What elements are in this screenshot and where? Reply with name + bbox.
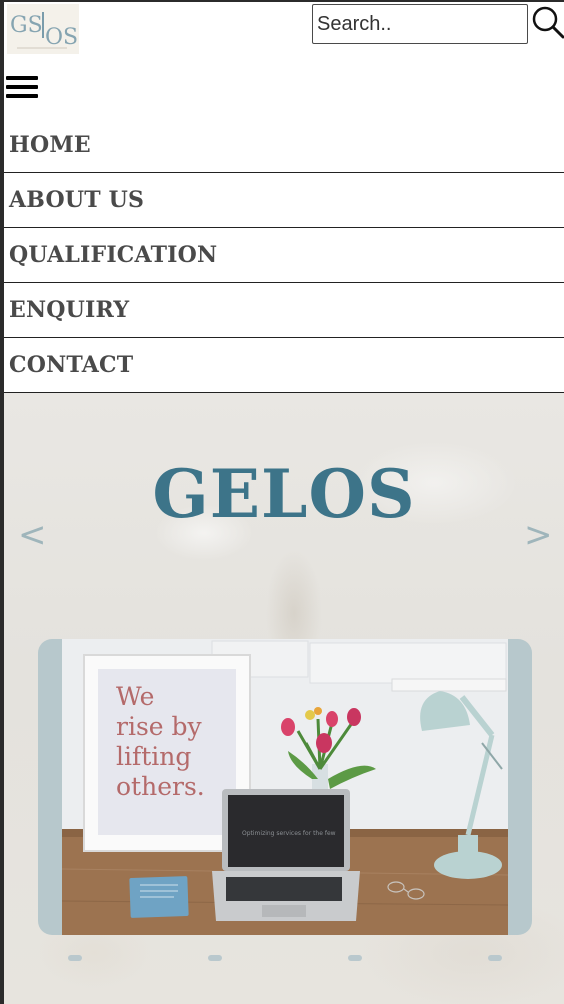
hamburger-icon[interactable]: [4, 74, 40, 104]
svg-text:OS: OS: [45, 25, 78, 50]
carousel-dot[interactable]: [488, 955, 502, 961]
nav-item-contact[interactable]: CONTACT: [4, 338, 564, 393]
site-header: GS OS: [4, 2, 564, 58]
poster-line-1: We: [116, 682, 154, 711]
desk-photo: We rise by lifting others. Optimizing se…: [62, 639, 508, 935]
hero-title: GELOS: [152, 455, 416, 533]
chevron-left-icon: <: [18, 515, 47, 555]
nav-item-about-us[interactable]: ABOUT US: [4, 173, 564, 228]
nav-item-qualification[interactable]: QUALIFICATION: [4, 228, 564, 283]
nav-item-label: ENQUIRY: [9, 297, 130, 323]
svg-text:GS: GS: [10, 13, 43, 38]
chevron-right-icon: >: [524, 515, 553, 555]
nav-item-enquiry[interactable]: ENQUIRY: [4, 283, 564, 338]
carousel-slide: We rise by lifting others. Optimizing se…: [62, 639, 508, 935]
nav-item-label: ABOUT US: [9, 187, 145, 213]
site-logo[interactable]: GS OS: [7, 4, 79, 54]
nav-item-home[interactable]: HOME: [4, 118, 564, 173]
nav-item-label: HOME: [9, 132, 91, 158]
carousel-dot[interactable]: [68, 955, 82, 961]
carousel-dot[interactable]: [208, 955, 222, 961]
poster-line-4: others.: [116, 772, 205, 801]
search-icon: [532, 6, 564, 39]
carousel-prev-button[interactable]: <: [18, 518, 47, 552]
hero-section: GELOS We rise by lifting others. Optimiz…: [4, 393, 564, 1004]
image-carousel: We rise by lifting others. Optimizing se…: [38, 639, 532, 935]
poster-line-3: lifting: [116, 742, 191, 771]
carousel-next-button[interactable]: >: [524, 518, 553, 552]
search-input[interactable]: [312, 4, 528, 44]
laptop-screen-text: Optimizing services for the few: [242, 830, 336, 837]
search-button[interactable]: [530, 2, 564, 42]
carousel-dot[interactable]: [348, 955, 362, 961]
nav-item-label: CONTACT: [9, 352, 134, 378]
logo-mark-icon: GS OS: [7, 4, 79, 54]
nav-item-label: QUALIFICATION: [9, 242, 218, 268]
poster-line-2: rise by: [116, 712, 203, 741]
carousel-indicators: [4, 955, 564, 965]
main-nav: HOME ABOUT US QUALIFICATION ENQUIRY CONT…: [4, 118, 564, 393]
